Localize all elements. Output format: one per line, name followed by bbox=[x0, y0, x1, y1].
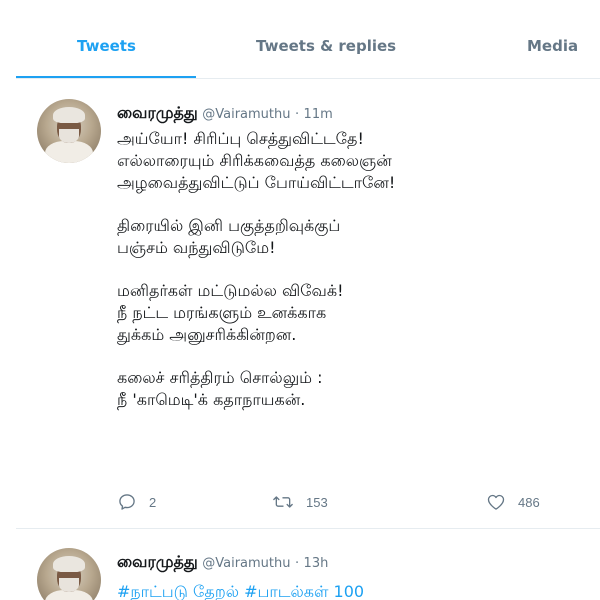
tweet-line: திரையில் இனி பகுத்தறிவுக்குப் bbox=[117, 216, 341, 235]
separator: · bbox=[294, 556, 300, 571]
avatar-hair bbox=[53, 107, 85, 123]
avatar[interactable] bbox=[37, 99, 101, 163]
retweet-icon bbox=[272, 492, 294, 512]
tweet-paragraph: அய்யோ! சிரிப்பு செத்துவிட்டதே! எல்லாரையு… bbox=[117, 128, 587, 194]
tweet-line: நீ 'காமெடி'க் கதாநாயகன். bbox=[117, 390, 306, 409]
reply-icon bbox=[117, 492, 137, 512]
tweet-paragraph: மனிதர்கள் மட்டுமல்ல விவேக்! நீ நட்ட மரங்… bbox=[117, 280, 587, 346]
tweet-paragraph: திரையில் இனி பகுத்தறிவுக்குப் பஞ்சம் வந்… bbox=[117, 215, 587, 259]
avatar-hair bbox=[53, 556, 85, 572]
tab-media[interactable]: Media bbox=[527, 37, 578, 55]
avatar-beard bbox=[59, 578, 79, 592]
avatar[interactable] bbox=[37, 548, 101, 600]
like-button[interactable]: 486 bbox=[486, 492, 540, 512]
author-handle[interactable]: @Vairamuthu bbox=[202, 107, 290, 122]
tweet-timestamp[interactable]: 11m bbox=[304, 107, 333, 122]
tweet-timestamp[interactable]: 13h bbox=[304, 556, 329, 571]
tweet-header: வைரமுத்து @Vairamuthu · 13h bbox=[117, 552, 328, 573]
tweet-actions: 2 153 486 bbox=[117, 492, 577, 516]
tweet-line: கலைச் சரித்திரம் சொல்லும் : bbox=[117, 368, 323, 387]
like-count: 486 bbox=[518, 494, 540, 510]
tab-tweets[interactable]: Tweets bbox=[77, 37, 136, 55]
tweet-line: அய்யோ! சிரிப்பு செத்துவிட்டதே! bbox=[117, 129, 364, 148]
retweet-count: 153 bbox=[306, 494, 328, 510]
tab-tweets-and-replies[interactable]: Tweets & replies bbox=[256, 37, 396, 55]
avatar-body bbox=[45, 141, 93, 163]
author-name[interactable]: வைரமுத்து bbox=[117, 103, 198, 122]
tweet-line: அழவைத்துவிட்டுப் போய்விட்டானே! bbox=[117, 173, 396, 192]
hashtag-link[interactable]: #நாட்படு தேறல் bbox=[117, 582, 239, 600]
tweet[interactable]: வைரமுத்து @Vairamuthu · 13h #நாட்படு தேற… bbox=[16, 530, 600, 600]
avatar-beard bbox=[59, 129, 79, 143]
separator: · bbox=[294, 107, 300, 122]
tweet[interactable]: வைரமுத்து @Vairamuthu · 11m அய்யோ! சிரிப… bbox=[16, 79, 600, 529]
tweet-hashtags: #நாட்படு தேறல் #பாடல்கள் 100 bbox=[117, 582, 364, 600]
profile-tabs: Tweets Tweets & replies Media bbox=[0, 0, 600, 79]
author-handle[interactable]: @Vairamuthu bbox=[202, 556, 290, 571]
heart-icon bbox=[486, 492, 506, 512]
tweet-text: அய்யோ! சிரிப்பு செத்துவிட்டதே! எல்லாரையு… bbox=[117, 128, 587, 432]
retweet-button[interactable]: 153 bbox=[272, 492, 328, 512]
tweet-line: துக்கம் அனுசரிக்கின்றன. bbox=[117, 325, 297, 344]
tweet-header: வைரமுத்து @Vairamuthu · 11m bbox=[117, 103, 333, 124]
tweet-paragraph: கலைச் சரித்திரம் சொல்லும் : நீ 'காமெடி'க… bbox=[117, 367, 587, 411]
tweet-line: நீ நட்ட மரங்களும் உனக்காக bbox=[117, 303, 327, 322]
hashtag-link[interactable]: #பாடல்கள் 100 bbox=[244, 582, 364, 600]
reply-button[interactable]: 2 bbox=[117, 492, 156, 512]
tweet-line: எல்லாரையும் சிரிக்கவைத்த கலைஞன் bbox=[117, 151, 392, 170]
tweet-line: மனிதர்கள் மட்டுமல்ல விவேக்! bbox=[117, 281, 344, 300]
reply-count: 2 bbox=[149, 494, 157, 510]
tweet-line: பஞ்சம் வந்துவிடுமே! bbox=[117, 238, 276, 257]
author-name[interactable]: வைரமுத்து bbox=[117, 552, 198, 571]
